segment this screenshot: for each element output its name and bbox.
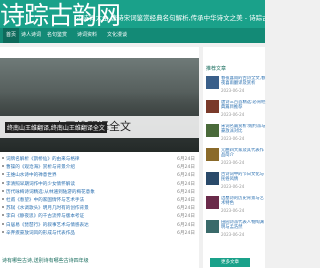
list-item[interactable]: 李白《静夜思》的千古流传与版本考证 6月24日 (0, 213, 199, 221)
list-item-date: 6月24日 (177, 222, 195, 228)
list-item[interactable]: 王维山水诗中的禅意世界 6月24日 (0, 172, 199, 180)
list-item-date: 6月24日 (177, 181, 195, 187)
list-item[interactable]: 李清照早期词作中的少女情怀解读 6月24日 (0, 181, 199, 189)
more-articles-button[interactable]: 更多文章 (210, 258, 250, 267)
sidebar-card-title[interactable]: 田园诗派代表人物陶渊明与孟浩然 (221, 220, 266, 231)
list-item-date: 6月24日 (177, 173, 195, 179)
sidebar-card-thumbnail[interactable] (206, 220, 219, 233)
list-item-date: 6月24日 (177, 198, 195, 203)
sidebar-card-thumbnail[interactable] (206, 196, 219, 209)
list-item[interactable]: 苏轼《水调歌头》明月几时有的创作背景 6月24日 (0, 205, 199, 213)
sidebar-card-title[interactable]: 边塞诗的历史背景与艺术特色 (221, 196, 266, 207)
sidebar-card-title[interactable]: 春夜喜雨的古诗全文,春夜喜雨翻译及赏析 (221, 76, 266, 87)
nav-item-materials[interactable]: 诗词资料 (74, 28, 100, 43)
nav-item-home[interactable]: 首页 (3, 28, 20, 43)
list-item-title[interactable]: 李白《静夜思》的千古流传与版本考证 (6, 214, 84, 219)
sidebar-card-thumbnail[interactable] (206, 148, 219, 161)
sidebar-card[interactable]: 宋词名篇赏析:婉约派与豪放派对比 2023-06-24 (206, 124, 266, 144)
sidebar-card-title[interactable]: 古诗词中的节日文化与民俗风情 (221, 172, 266, 183)
list-item-title[interactable]: 词牌名解析《鹊桥仙》的由来与格律 (6, 157, 80, 162)
section-title[interactable]: 诗有哪些古诗,送别诗有哪些古诗四年级 (2, 257, 89, 264)
sidebar-card-date: 2023-06-24 (221, 184, 245, 189)
list-item-title[interactable]: 历代咏梅诗词精选:从林逋到陆游的梅花意象 (6, 190, 95, 195)
sidebar-card-title[interactable]: 元曲四大家及其代表作品简介 (221, 148, 266, 159)
banner-small-caption[interactable]: 终南山王维翻译,终南山王维翻译全文 (5, 122, 107, 133)
sidebar-card-title[interactable]: 唐诗三百首精选:必背经典篇目推荐 (221, 100, 266, 111)
list-item-date: 6月24日 (177, 165, 195, 171)
list-item[interactable]: 白居易《琵琶行》的叙事艺术与情感表达 6月24日 (0, 222, 199, 230)
sidebar-card-thumbnail[interactable] (206, 172, 219, 185)
sidebar-card[interactable]: 元曲四大家及其代表作品简介 2023-06-24 (206, 148, 266, 168)
sidebar-card[interactable]: 田园诗派代表人物陶渊明与孟浩然 2023-06-24 (206, 220, 266, 240)
list-item[interactable]: 辛弃疾豪放词风的形成与代表作品 6月24日 (0, 230, 199, 238)
list-item[interactable]: 词牌名解析《鹊桥仙》的由来与格律 6月24日 (0, 156, 199, 164)
nav-item-culture[interactable]: 文化漫谈 (104, 28, 130, 43)
list-item-title[interactable]: 辛弃疾豪放词风的形成与代表作品 (6, 231, 75, 236)
list-item-date: 6月24日 (177, 230, 195, 236)
sidebar-card-thumbnail[interactable] (206, 76, 219, 89)
list-item[interactable]: 历代咏梅诗词精选:从林逋到陆游的梅花意象 6月24日 (0, 189, 199, 197)
nav-item-poets[interactable]: 诗人诗词 (18, 28, 44, 43)
main-nav: 首页 诗人诗词 名句鉴赏 诗词资料 文化漫谈 (0, 28, 265, 43)
sidebar-card-thumbnail[interactable] (206, 100, 219, 113)
list-item-title[interactable]: 苏轼《水调歌头》明月几时有的创作背景 (6, 206, 89, 211)
sidebar-card[interactable]: 边塞诗的历史背景与艺术特色 2023-06-24 (206, 196, 266, 216)
sidebar-card[interactable]: 唐诗三百首精选:必背经典篇目推荐 2023-06-24 (206, 100, 266, 120)
sidebar-card[interactable]: 春夜喜雨的古诗全文,春夜喜雨翻译及赏析 2023-06-24 (206, 76, 266, 96)
list-item-title[interactable]: 白居易《琵琶行》的叙事艺术与情感表达 (6, 223, 89, 228)
sidebar: 推荐文章 春夜喜雨的古诗全文,春夜喜雨翻译及赏析 2023-06-24 唐诗三百… (203, 47, 265, 268)
site-slogan: 古诗词大全,唐诗宋词鉴赏经典名句解析,传承中华诗文之美 - 诗踪古韵网 (76, 14, 265, 22)
sidebar-card-date: 2023-06-24 (221, 112, 245, 117)
list-item-title[interactable]: 李清照早期词作中的少女情怀解读 (6, 182, 75, 187)
nav-item-famous-lines[interactable]: 名句鉴赏 (44, 28, 70, 43)
list-item-title[interactable]: 杜甫《春望》中的家国情怀与艺术手法 (6, 198, 84, 203)
list-item-date: 6月24日 (177, 214, 195, 220)
list-item-title[interactable]: 王维山水诗中的禅意世界 (6, 173, 57, 178)
list-item-date: 6月24日 (177, 206, 195, 212)
sidebar-card-date: 2023-06-24 (221, 136, 245, 141)
sidebar-card-date: 2023-06-24 (221, 160, 245, 165)
sidebar-card-date: 2023-06-24 (221, 232, 245, 237)
sidebar-card-date: 2023-06-24 (221, 88, 245, 93)
list-item-title[interactable]: 曹操的《观沧海》赏析与背景介绍 (6, 165, 75, 170)
sidebar-card-date: 2023-06-24 (221, 208, 245, 213)
sidebar-card[interactable]: 古诗词中的节日文化与民俗风情 2023-06-24 (206, 172, 266, 192)
list-item-date: 6月24日 (177, 157, 195, 162)
list-item[interactable]: 曹操的《观沧海》赏析与背景介绍 6月24日 (0, 164, 199, 172)
sidebar-card-thumbnail[interactable] (206, 124, 219, 137)
list-item-date: 6月24日 (177, 189, 195, 195)
list-item[interactable]: 杜甫《春望》中的家国情怀与艺术手法 6月24日 (0, 197, 199, 205)
sidebar-title: 推荐文章 (206, 66, 227, 72)
sidebar-card-title[interactable]: 宋词名篇赏析:婉约派与豪放派对比 (221, 124, 266, 135)
